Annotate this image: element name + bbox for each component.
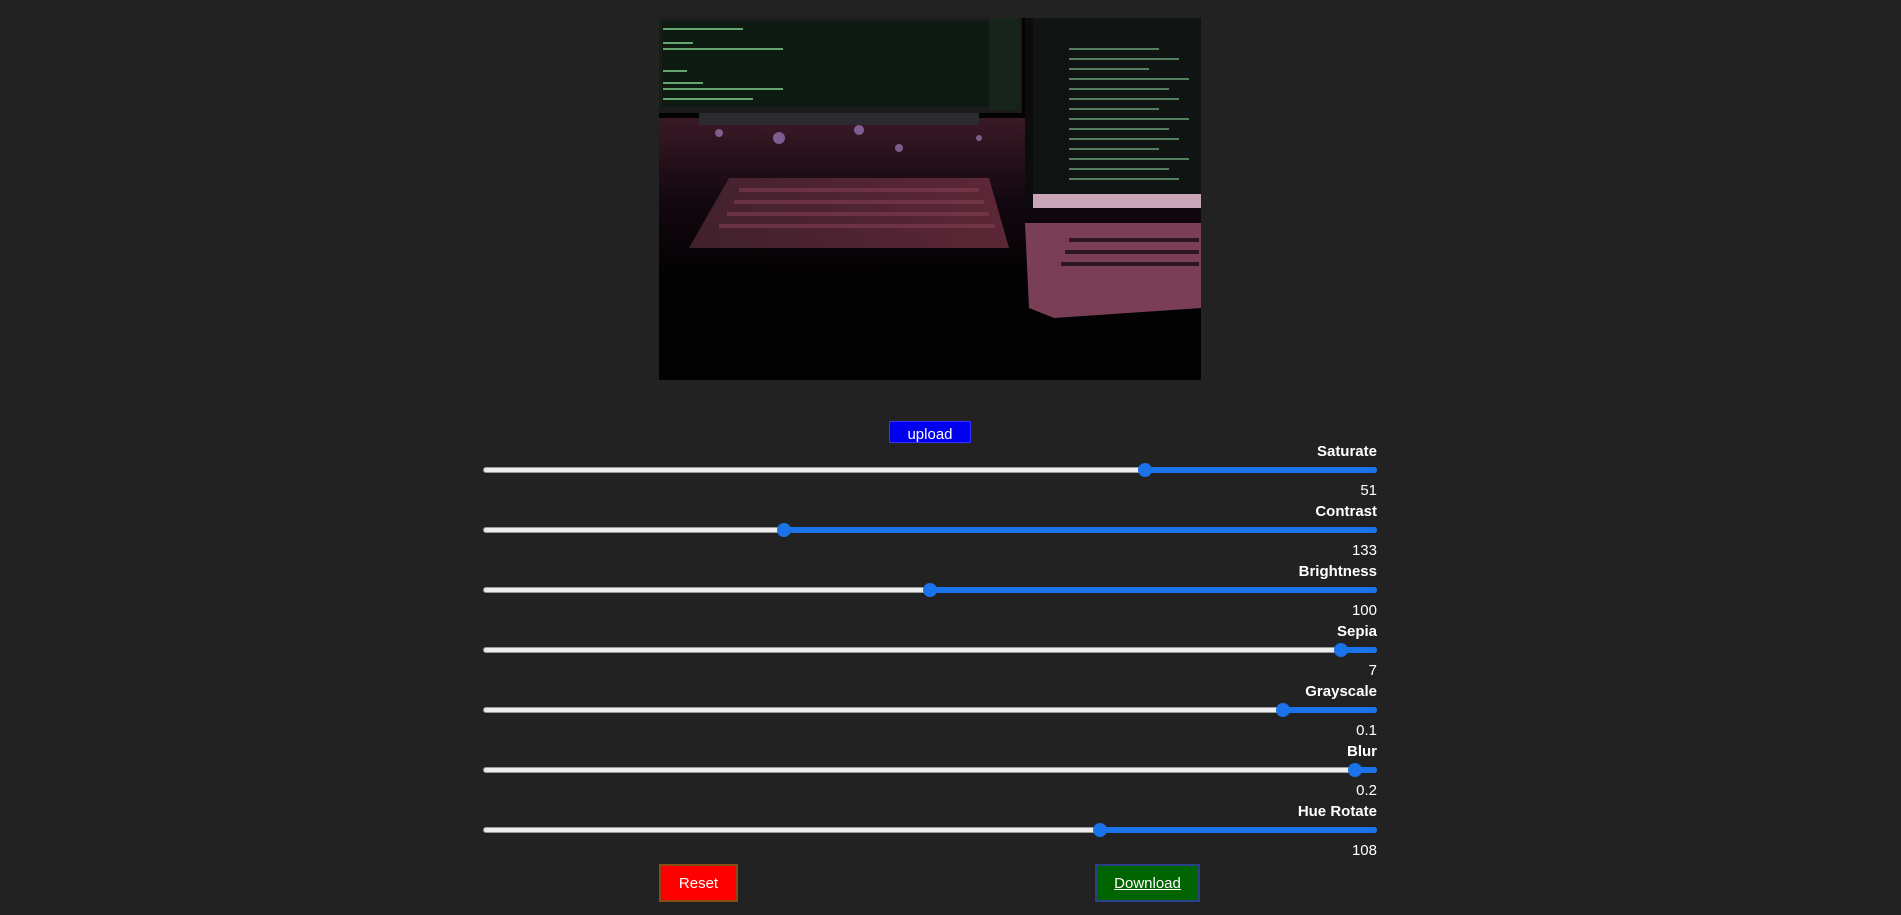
blur-control: Blur 0.2 [483, 743, 1377, 803]
saturate-value: 51 [1360, 482, 1377, 499]
saturate-label: Saturate [1316, 443, 1377, 460]
slider-thumb[interactable] [1092, 823, 1107, 837]
slider-thumb[interactable] [1276, 703, 1291, 717]
blur-value: 0.2 [1356, 782, 1377, 799]
image-preview [659, 18, 1201, 380]
saturate-slider[interactable] [483, 463, 1377, 477]
sepia-label: Sepia [1336, 623, 1377, 640]
hue-rotate-label: Hue Rotate [1297, 803, 1377, 820]
slider-track-fill [1283, 707, 1377, 713]
brightness-value: 100 [1351, 602, 1377, 619]
blur-slider[interactable] [483, 763, 1377, 777]
slider-thumb[interactable] [1347, 763, 1362, 777]
grayscale-label: Grayscale [1305, 683, 1377, 700]
slider-track-fill [1099, 827, 1377, 833]
slider-track-fill [784, 527, 1377, 533]
slider-thumb[interactable] [777, 523, 792, 537]
sepia-value: 7 [1368, 662, 1377, 679]
slider-track-fill [1144, 467, 1377, 473]
slider-track-fill [930, 587, 1377, 593]
slider-thumb[interactable] [1137, 463, 1152, 477]
slider-thumb[interactable] [923, 583, 937, 597]
hue-rotate-control: Hue Rotate 108 [483, 803, 1377, 863]
hue-rotate-slider[interactable] [483, 823, 1377, 837]
contrast-control: Contrast 133 [483, 503, 1377, 563]
contrast-value: 133 [1351, 542, 1377, 559]
slider-track-background [483, 767, 1377, 773]
brightness-label: Brightness [1298, 563, 1377, 580]
filter-controls: Saturate 51 Contrast 133 Brightness 100 … [483, 443, 1377, 863]
sepia-slider[interactable] [483, 643, 1377, 657]
slider-track-background [483, 707, 1377, 713]
brightness-control: Brightness 100 [483, 563, 1377, 623]
slider-track-background [483, 647, 1377, 653]
grayscale-control: Grayscale 0.1 [483, 683, 1377, 743]
blur-label: Blur [1347, 743, 1377, 760]
saturate-control: Saturate 51 [483, 443, 1377, 503]
photo-preview-icon [659, 18, 1201, 380]
grayscale-slider[interactable] [483, 703, 1377, 717]
brightness-slider[interactable] [483, 583, 1377, 597]
contrast-slider[interactable] [483, 523, 1377, 537]
grayscale-value: 0.1 [1356, 722, 1377, 739]
upload-button[interactable]: upload [889, 421, 971, 443]
sepia-control: Sepia 7 [483, 623, 1377, 683]
slider-thumb[interactable] [1334, 643, 1349, 657]
reset-button[interactable]: Reset [659, 864, 738, 902]
hue-rotate-value: 108 [1351, 842, 1377, 859]
download-button[interactable]: Download [1095, 864, 1200, 902]
contrast-label: Contrast [1315, 503, 1377, 520]
